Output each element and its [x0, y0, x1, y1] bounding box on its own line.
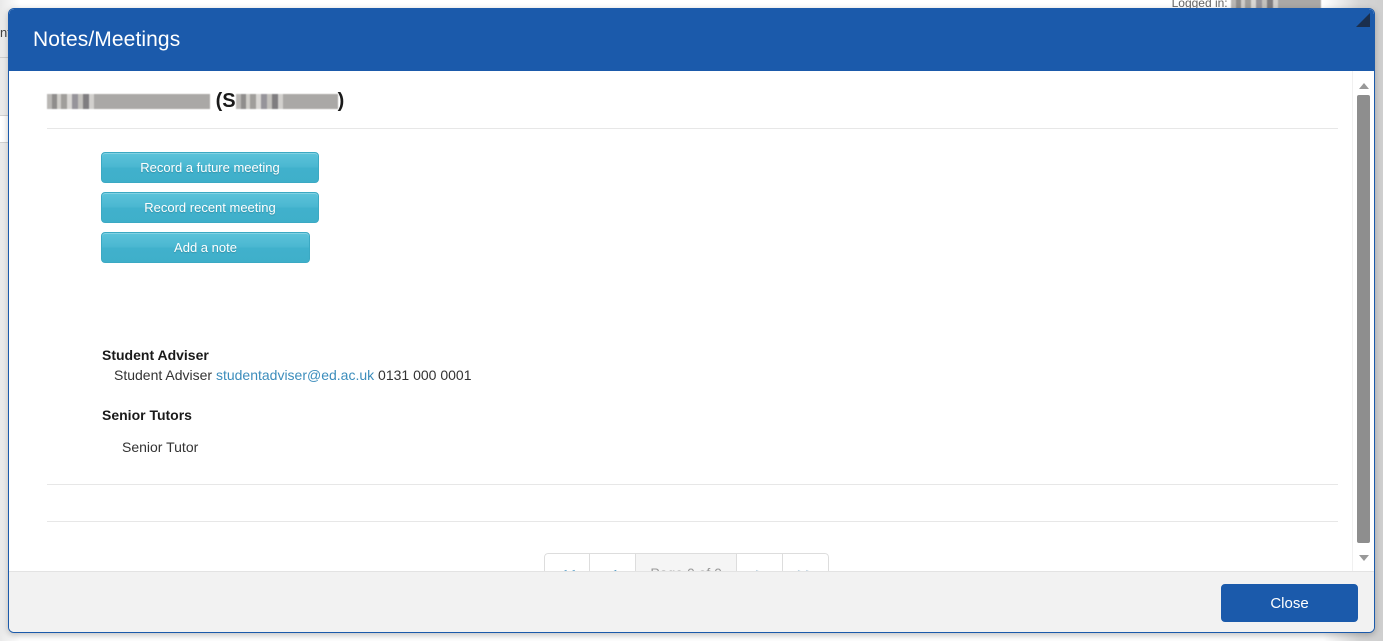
pagination-first-button[interactable]: << [544, 553, 591, 571]
modal-body-content: (S) Record a future meeting Record recen… [9, 71, 1352, 571]
pagination-control: << < Page 0 of 0 > >> [544, 553, 829, 571]
pagination-prev-button[interactable]: < [590, 553, 637, 571]
notes-meetings-modal: Notes/Meetings (S) Record a future meeti… [8, 8, 1375, 633]
add-a-note-button[interactable]: Add a note [101, 232, 310, 263]
student-adviser-row: Student Adviser studentadviser@ed.ac.uk … [114, 367, 471, 383]
student-adviser-heading: Student Adviser [102, 347, 209, 363]
student-adviser-email-link[interactable]: studentadviser@ed.ac.uk [216, 367, 374, 383]
student-id-close-paren: ) [337, 90, 345, 112]
scrollbar-thumb[interactable] [1357, 95, 1370, 543]
pagination-last-button[interactable]: >> [782, 553, 829, 571]
modal-title: Notes/Meetings [33, 28, 181, 51]
student-heading: (S) [47, 89, 344, 113]
pagination-next-button[interactable]: > [736, 553, 783, 571]
divider-middle [47, 484, 1338, 485]
student-name-redacted [47, 94, 210, 110]
action-button-stack: Record a future meeting Record recent me… [101, 152, 319, 272]
student-adviser-phone: 0131 000 0001 [378, 367, 472, 383]
pagination-page-label: Page 0 of 0 [636, 553, 737, 571]
modal-header: Notes/Meetings [9, 9, 1374, 71]
scroll-up-arrow-icon[interactable] [1353, 77, 1374, 95]
modal-body-scrollbar[interactable] [1352, 71, 1373, 571]
resize-grip-icon[interactable] [1354, 11, 1372, 29]
student-id-redacted [235, 94, 338, 110]
scroll-down-arrow-icon[interactable] [1353, 549, 1374, 567]
student-id-open-paren: (S [215, 90, 236, 112]
divider-lower [47, 521, 1338, 522]
modal-footer: Close [9, 571, 1374, 632]
senior-tutors-heading: Senior Tutors [102, 407, 192, 423]
record-recent-meeting-button[interactable]: Record recent meeting [101, 192, 319, 223]
modal-body: (S) Record a future meeting Record recen… [9, 71, 1374, 571]
senior-tutor-entry: Senior Tutor [122, 439, 199, 455]
close-button[interactable]: Close [1221, 584, 1358, 622]
student-adviser-name: Student Adviser [114, 367, 213, 383]
divider-top [47, 128, 1338, 129]
record-future-meeting-button[interactable]: Record a future meeting [101, 152, 319, 183]
